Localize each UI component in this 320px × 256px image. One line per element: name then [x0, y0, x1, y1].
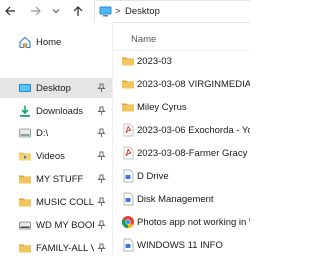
list-item[interactable]: Disk Management — [113, 189, 250, 209]
sidebar-item-label: Downloads — [36, 106, 83, 117]
shortcut-icon — [123, 192, 134, 206]
sidebar-item-label: Desktop — [36, 83, 71, 94]
arrow-right-icon — [31, 6, 41, 16]
breadcrumb-separator: > — [115, 6, 121, 16]
desktop-folder-icon — [19, 84, 31, 92]
file-list: Name 2023-03 2023-03-08 VIRGINMEDIA CO M… — [113, 22, 250, 256]
file-name: 2023-03-08-Farmer Gracy orde — [137, 148, 250, 159]
pin-icon — [97, 197, 106, 206]
shortcut-icon — [123, 169, 134, 183]
arrow-left-icon — [5, 6, 15, 16]
folder-icon — [19, 244, 31, 253]
sidebar-item-label: FAMILY-ALL VIDEOS — [36, 243, 94, 254]
drive-icon — [19, 221, 31, 230]
pin-icon — [97, 83, 106, 92]
list-item[interactable]: 2023-03-08-Farmer Gracy orde — [113, 143, 250, 163]
file-name: WINDOWS 11 INFO — [137, 240, 223, 251]
list-item[interactable]: Photos app not working in Wi — [113, 212, 250, 232]
sidebar-item-my-stuff[interactable]: MY STUFF — [0, 169, 112, 189]
file-name: Photos app not working in Wi — [137, 217, 250, 228]
sidebar-item-label: MUSIC COLLECTION — [36, 197, 94, 208]
pdf-icon — [123, 123, 134, 137]
chevron-down-icon — [52, 9, 60, 14]
sidebar-item-home[interactable]: Home — [0, 32, 112, 52]
chrome-icon — [121, 216, 134, 228]
folder-icon — [19, 175, 31, 184]
pdf-icon — [123, 146, 134, 160]
back-button[interactable] — [2, 3, 18, 19]
pin-icon — [97, 174, 106, 183]
file-name: Disk Management — [137, 194, 214, 205]
column-header-name[interactable]: Name — [131, 34, 156, 45]
videos-folder-icon — [19, 152, 31, 161]
recent-locations-button[interactable] — [48, 3, 64, 19]
pin-icon — [97, 220, 106, 229]
folder-icon — [19, 198, 31, 207]
desktop-pc-icon — [99, 6, 112, 17]
navigation-pane: Home Desktop Downloads D:\ Videos MY STU… — [0, 22, 112, 256]
folder-icon — [122, 80, 134, 89]
list-item[interactable]: 2023-03 — [113, 51, 250, 71]
sidebar-item-label: D:\ — [36, 128, 49, 139]
folder-icon — [122, 103, 134, 112]
list-item[interactable]: WINDOWS 11 INFO — [113, 235, 250, 255]
up-button[interactable] — [70, 3, 86, 19]
list-item[interactable]: D Drive — [113, 166, 250, 186]
sidebar-item-wd-my-book[interactable]: WD MY BOOK (F:) — [0, 215, 112, 235]
folder-icon — [122, 57, 134, 66]
sidebar-item-videos[interactable]: Videos — [0, 146, 112, 166]
file-name: 2023-03-08 VIRGINMEDIA CO — [137, 79, 250, 90]
address-bar[interactable]: > Desktop — [94, 0, 250, 23]
list-item[interactable]: 2023-03-06 Exochorda - Your D — [113, 120, 250, 140]
sidebar-item-label: Home — [36, 37, 62, 48]
shortcut-icon — [123, 238, 134, 252]
sidebar-item-d-drive[interactable]: D:\ — [0, 123, 112, 143]
sidebar-item-music-collection[interactable]: MUSIC COLLECTION — [0, 192, 112, 212]
sidebar-item-label: Videos — [36, 151, 65, 162]
sidebar-item-downloads[interactable]: Downloads — [0, 101, 112, 121]
pin-icon — [97, 128, 106, 137]
sidebar-item-label: MY STUFF — [36, 174, 84, 185]
list-item[interactable]: 2023-03-08 VIRGINMEDIA CO — [113, 74, 250, 94]
file-name: 2023-03 — [137, 56, 172, 67]
file-name: D Drive — [137, 171, 169, 182]
file-name: 2023-03-06 Exochorda - Your D — [137, 125, 250, 136]
breadcrumb-desktop[interactable]: Desktop — [125, 6, 160, 17]
forward-button[interactable] — [28, 3, 44, 19]
arrow-up-icon — [73, 6, 83, 16]
navigation-toolbar: > Desktop — [0, 0, 250, 23]
downloads-folder-icon — [20, 105, 30, 117]
file-explorer-window: > Desktop Home Desktop Downloads D:\ Vid… — [0, 0, 250, 256]
sidebar-item-label: WD MY BOOK (F:) — [36, 220, 94, 231]
sidebar-item-desktop[interactable]: Desktop — [0, 78, 112, 98]
file-name: Miley Cyrus — [137, 102, 187, 113]
pin-icon — [97, 243, 106, 252]
sidebar-item-family-all-videos[interactable]: FAMILY-ALL VIDEOS — [0, 238, 112, 256]
home-icon — [19, 36, 31, 49]
list-item[interactable]: Miley Cyrus — [113, 97, 250, 117]
drive-icon — [19, 128, 31, 138]
pin-icon — [97, 151, 106, 160]
pin-icon — [97, 106, 106, 115]
